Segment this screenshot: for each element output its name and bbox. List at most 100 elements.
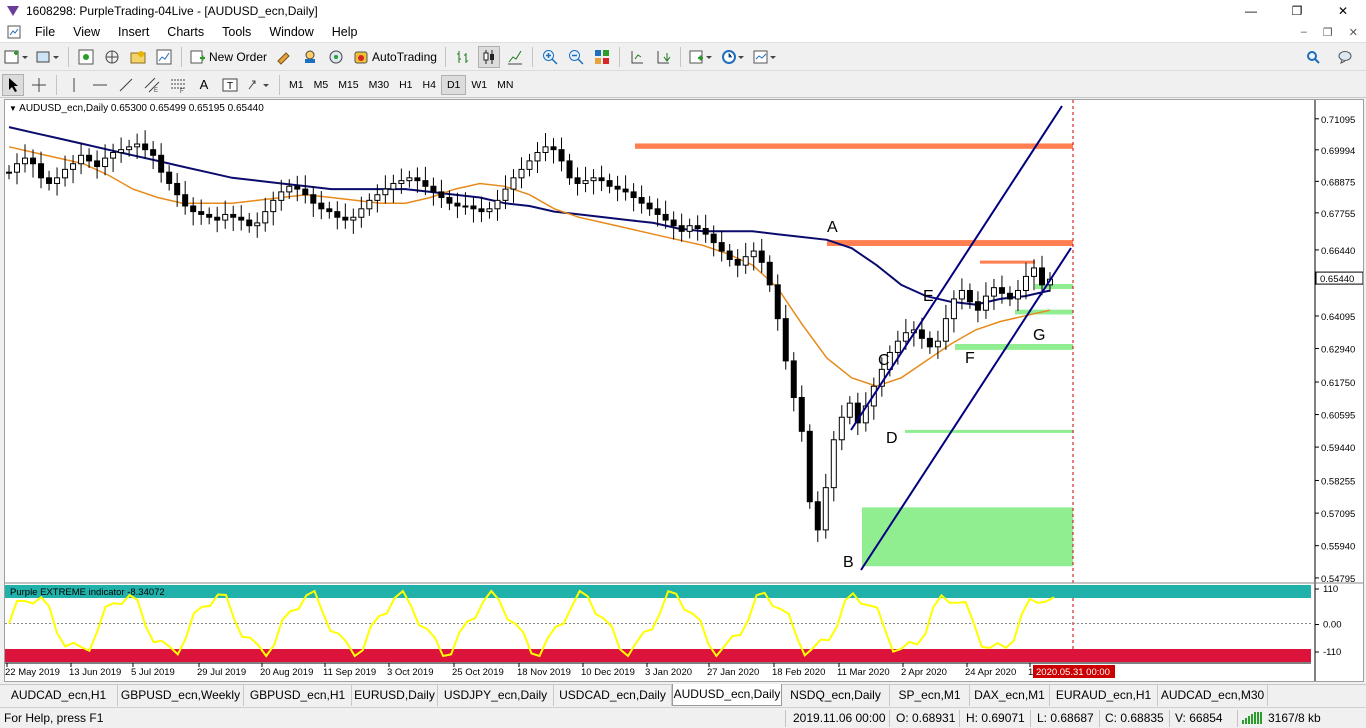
separator (959, 710, 960, 727)
text-icon[interactable]: A (193, 74, 215, 96)
candle-body (766, 261, 773, 286)
candle (70, 155, 77, 184)
signals-icon[interactable] (299, 46, 321, 68)
candle (862, 392, 869, 432)
tab-euraud-ecn-h1[interactable]: EURAUD_ecn,H1 (1050, 685, 1158, 706)
candle (214, 206, 221, 233)
menu-window[interactable]: Window (260, 25, 322, 39)
autoscroll-icon[interactable] (652, 46, 674, 68)
timeframe-m5[interactable]: M5 (309, 75, 334, 95)
autotrading-button[interactable]: AutoTrading (351, 46, 439, 68)
timeframe-w1[interactable]: W1 (466, 75, 492, 95)
metaeditor-icon[interactable] (273, 46, 295, 68)
tile-windows-icon[interactable] (591, 46, 613, 68)
tab-usdjpy-ecn-daily[interactable]: USDJPY_ecn,Daily (438, 685, 554, 706)
collapse-arrow-icon[interactable]: ▼ (9, 104, 17, 113)
x-tick-label: 22 May 2019 (5, 667, 60, 678)
tab-eurusd-daily[interactable]: EURUSD,Daily (352, 685, 438, 706)
tab-dax-ecn-m1[interactable]: DAX_ecn,M1 (970, 685, 1050, 706)
fibonacci-icon[interactable]: F (167, 74, 189, 96)
candle (950, 290, 957, 333)
trendline-icon[interactable] (115, 74, 137, 96)
candle-body (646, 202, 653, 210)
candle-body (158, 154, 165, 173)
timeframe-m30[interactable]: M30 (364, 75, 394, 95)
candle-body (350, 216, 357, 221)
candle (22, 144, 29, 173)
navigator-icon[interactable] (127, 46, 149, 68)
menu-help[interactable]: Help (323, 25, 367, 39)
menu-charts[interactable]: Charts (158, 25, 213, 39)
child-restore-icon[interactable]: ❐ (1323, 26, 1333, 39)
templates-icon[interactable] (751, 46, 779, 68)
market-icon[interactable] (325, 46, 347, 68)
indicators-icon[interactable] (687, 46, 715, 68)
arrows-icon[interactable] (245, 74, 273, 96)
candle (222, 200, 229, 229)
text-label-icon[interactable]: T (219, 74, 241, 96)
tab-audcad-ecn-m30[interactable]: AUDCAD_ecn,M30 (1158, 685, 1268, 706)
vertical-line-icon[interactable] (63, 74, 85, 96)
candle-body (102, 157, 109, 168)
candle-body (382, 188, 389, 196)
menu-insert[interactable]: Insert (109, 25, 158, 39)
tab-gbpusd-ecn-h1[interactable]: GBPUSD_ecn,H1 (244, 685, 352, 706)
tab-audusd-ecn-daily[interactable]: AUDUSD_ecn,Daily (672, 684, 782, 706)
crosshair-icon[interactable] (28, 74, 50, 96)
support-zone (862, 507, 1073, 567)
candle-body (54, 177, 61, 184)
maximize-button[interactable]: ❐ (1274, 0, 1320, 22)
indicator-level-label: 0.00 (1323, 620, 1342, 631)
child-minimize-icon[interactable]: – (1301, 26, 1307, 39)
timeframe-h1[interactable]: H1 (394, 75, 417, 95)
chart-window[interactable]: A B C D E F G 0.71095 0.69994 0.68875 0.67755 0.66… (4, 99, 1364, 682)
tab-nsdq-ecn-daily[interactable]: NSDQ_ecn,Daily (782, 685, 890, 706)
chart-shift-icon[interactable] (626, 46, 648, 68)
timeframe-d1[interactable]: D1 (440, 74, 467, 95)
close-button[interactable]: ✕ (1320, 0, 1366, 22)
candle-body (670, 219, 677, 227)
status-help: For Help, press F1 (4, 711, 104, 725)
horizontal-line-icon[interactable] (89, 74, 111, 96)
cursor-icon[interactable] (2, 73, 24, 96)
new-order-button[interactable]: New Order (188, 46, 269, 68)
tab-gbpusd-ecn-weekly[interactable]: GBPUSD_ecn,Weekly (118, 685, 244, 706)
zoom-in-icon[interactable] (539, 46, 561, 68)
candlestick-icon[interactable] (477, 46, 500, 68)
candle-body (838, 416, 845, 441)
timeframe-m1[interactable]: M1 (284, 75, 309, 95)
tab-usdcad-ecn-daily[interactable]: USDCAD_ecn,Daily (554, 685, 672, 706)
candle (638, 185, 645, 214)
timeframe-h4[interactable]: H4 (418, 75, 441, 95)
chat-icon[interactable] (1338, 50, 1352, 64)
bar-chart-icon[interactable] (452, 46, 474, 68)
equidistant-channel-icon[interactable]: E (141, 74, 163, 96)
timeframe-m15[interactable]: M15 (333, 75, 363, 95)
tab-sp-ecn-m1[interactable]: SP_ecn,M1 (890, 685, 970, 706)
wave-label-f: F (965, 350, 975, 367)
child-close-icon[interactable]: ✕ (1349, 26, 1358, 39)
document-icon[interactable] (6, 24, 22, 40)
terminal-icon[interactable] (153, 46, 175, 68)
zoom-out-icon[interactable] (565, 46, 587, 68)
candle-body (822, 487, 829, 531)
tab-audcad-ecn-h1[interactable]: AUDCAD_ecn,H1 (0, 685, 118, 706)
menu-tools[interactable]: Tools (213, 25, 260, 39)
menu-view[interactable]: View (64, 25, 109, 39)
minimize-button[interactable]: — (1228, 0, 1274, 22)
y-tick-label: 0.60595 (1321, 411, 1355, 422)
profiles-icon[interactable] (34, 46, 62, 68)
candle (670, 211, 677, 240)
menu-file[interactable]: File (26, 25, 64, 39)
market-watch-icon[interactable] (75, 46, 97, 68)
line-chart-icon[interactable] (504, 46, 526, 68)
new-chart-icon[interactable] (2, 46, 30, 68)
periods-icon[interactable] (719, 46, 747, 68)
candle (46, 170, 53, 191)
chart-canvas[interactable]: A B C D E F G 0.71095 0.69994 0.68875 0.67755 0.66… (5, 100, 1363, 681)
data-window-icon[interactable] (101, 46, 123, 68)
timeframe-mn[interactable]: MN (492, 75, 518, 95)
search-icon[interactable] (1306, 50, 1320, 64)
candle-body (78, 154, 85, 165)
status-open: O: 0.68931 (896, 711, 956, 725)
